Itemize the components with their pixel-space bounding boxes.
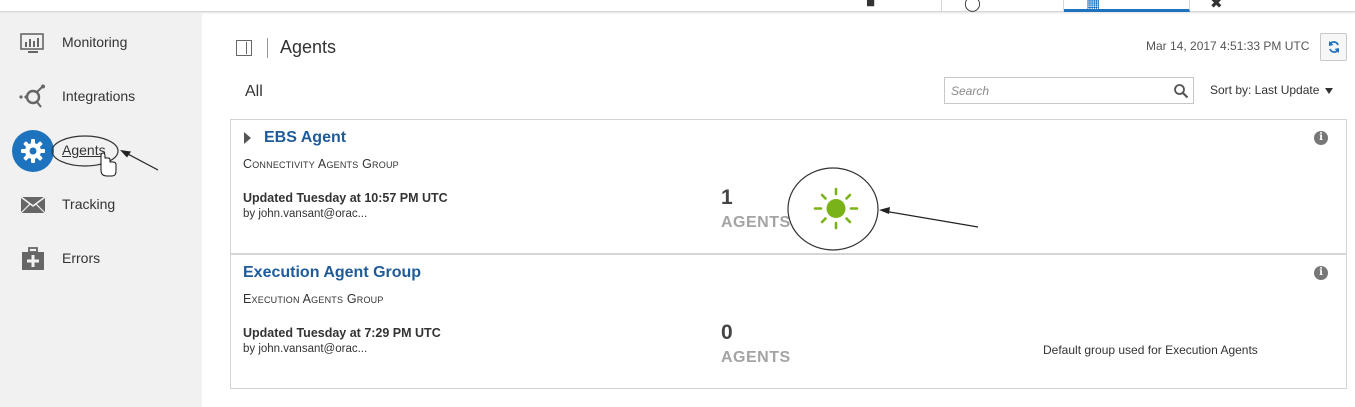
header-divider (267, 38, 268, 58)
agent-group-card[interactable]: Execution Agent Group Execution Agents G… (230, 254, 1347, 389)
sidebar: Monitoring Integrations Agents Tracking … (0, 13, 202, 407)
tab-tools[interactable]: ✖ (1190, 0, 1270, 12)
last-refresh-timestamp: Mar 14, 2017 4:51:33 PM UTC (1146, 39, 1310, 53)
page-title: Agents (280, 37, 337, 57)
filter-label[interactable]: All (245, 83, 263, 101)
agent-group-title[interactable]: EBS Agent (264, 129, 346, 147)
updated-time: Updated Tuesday at 10:57 PM UTC (243, 191, 448, 205)
search-icon[interactable] (1173, 83, 1189, 99)
agent-group-description: Default group used for Execution Agents (1043, 343, 1258, 357)
envelope-icon (20, 196, 46, 214)
sort-dropdown[interactable]: Sort by: Last Update (1210, 83, 1334, 97)
agent-count: 0 (721, 321, 733, 344)
search-box (944, 77, 1194, 104)
first-aid-icon (22, 247, 44, 270)
refresh-icon (1329, 41, 1339, 53)
home-icon: ■ (866, 0, 876, 11)
agent-count-label: AGENTS (721, 214, 791, 231)
agent-count: 1 (721, 186, 733, 209)
refresh-button[interactable] (1320, 33, 1347, 61)
panel-toggle-icon[interactable] (236, 40, 252, 56)
tab-home[interactable]: ■ (838, 0, 942, 12)
sidebar-item-label: Integrations (62, 88, 136, 104)
tab-integrations[interactable]: ◯ (942, 0, 1064, 12)
monitor-icon (20, 33, 44, 53)
sidebar-item-monitoring[interactable]: Monitoring (0, 21, 202, 65)
integrations-icon (19, 84, 45, 108)
agent-group-title[interactable]: Execution Agent Group (243, 264, 421, 282)
agent-group-card[interactable]: EBS Agent Connectivity Agents Group Upda… (230, 119, 1347, 254)
info-icon[interactable]: i (1314, 266, 1328, 280)
updated-by: by john.vansant@orac... (243, 343, 368, 355)
sidebar-item-label: Tracking (62, 196, 116, 212)
integrations-tab-icon: ◯ (964, 0, 981, 12)
gear-icon (21, 139, 45, 163)
sidebar-item-label: Monitoring (62, 34, 128, 50)
updated-by: by john.vansant@orac... (243, 208, 368, 220)
tab-calendar[interactable]: ▦ (1064, 0, 1190, 12)
sidebar-item-tracking[interactable]: Tracking (0, 183, 202, 227)
sidebar-item-label: Agents (62, 142, 106, 158)
agent-count-label: AGENTS (721, 349, 791, 366)
sort-label: Sort by: Last Update (1210, 83, 1320, 97)
tools-icon: ✖ (1210, 0, 1223, 12)
expand-caret-icon[interactable] (244, 132, 251, 144)
sun-icon (813, 187, 859, 230)
info-icon[interactable]: i (1314, 131, 1328, 145)
sidebar-item-errors[interactable]: Errors (0, 237, 202, 281)
sidebar-item-integrations[interactable]: Integrations (0, 75, 202, 119)
sidebar-item-agents[interactable]: Agents (0, 129, 202, 173)
agent-group-type: Execution Agents Group (243, 292, 384, 306)
chevron-down-icon (1325, 87, 1334, 94)
search-input[interactable] (945, 78, 1165, 103)
updated-time: Updated Tuesday at 7:29 PM UTC (243, 326, 441, 340)
calendar-icon: ▦ (1086, 0, 1101, 12)
sidebar-item-label: Errors (62, 250, 101, 266)
agent-group-type: Connectivity Agents Group (243, 157, 399, 171)
top-navigation-bar: ■ ◯ ▦ ✖ (0, 0, 1355, 12)
